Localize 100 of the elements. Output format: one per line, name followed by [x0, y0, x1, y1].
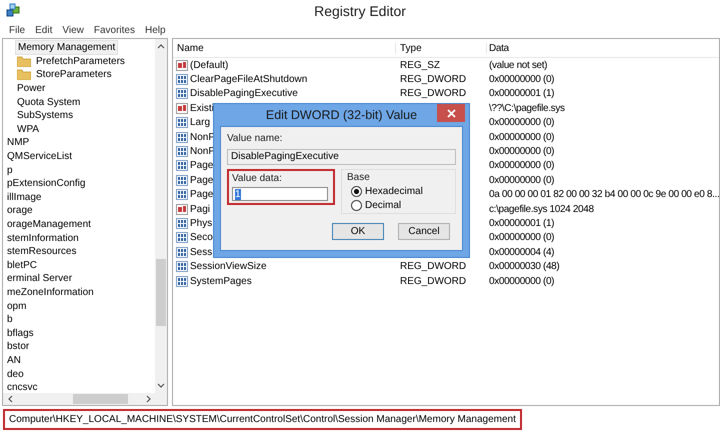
scroll-down-icon[interactable] — [156, 382, 166, 390]
radio-label[interactable]: Decimal — [365, 200, 402, 211]
value-data: 0x00000030 (48) — [489, 261, 560, 272]
value-type: REG_DWORD — [400, 261, 466, 272]
horizontal-scrollbar[interactable] — [3, 393, 167, 405]
value-name[interactable]: Page — [190, 160, 214, 172]
value-data: 0x00000000 (0) — [489, 160, 554, 172]
value-name[interactable]: SystemPages — [190, 276, 252, 287]
value-name[interactable]: DisablePagingExecutive — [190, 88, 298, 100]
tree-item[interactable]: orageManagement — [5, 218, 93, 232]
radio-label[interactable]: Hexadecimal — [365, 186, 423, 197]
binary-value-icon — [176, 232, 188, 244]
registry-icon — [5, 3, 21, 19]
string-value-icon — [176, 102, 188, 114]
value-data: 0a 00 00 00 01 82 00 00 32 b4 00 00 0c 9e 00 00 e0 8... — [489, 189, 720, 200]
radio-button[interactable] — [351, 186, 362, 197]
vertical-scrollbar[interactable] — [155, 39, 167, 393]
tree-item[interactable]: Power — [15, 82, 48, 96]
value-data: (value not set) — [489, 60, 548, 71]
tree-item[interactable]: QMServiceList — [5, 150, 74, 164]
tree-item[interactable]: erminal Server — [5, 272, 74, 286]
value-name[interactable]: ClearPageFileAtShutdown — [190, 74, 308, 86]
registry-path: Computer\HKEY_LOCAL_MACHINE\SYSTEM\CurrentControlSet\Control\Session Manager\Memory Management — [3, 409, 522, 430]
tree-item[interactable]: Quota System — [15, 96, 82, 109]
menu-item[interactable]: Favorites — [94, 24, 135, 36]
menu-item[interactable]: View — [62, 24, 84, 36]
string-value-icon — [176, 60, 188, 71]
value-data-field[interactable]: 1 — [232, 187, 328, 201]
tree-item[interactable]: b — [5, 313, 15, 326]
value-type: REG_DWORD — [400, 276, 466, 287]
tree-item[interactable]: orage — [5, 204, 35, 218]
value-name[interactable]: Existi — [190, 102, 214, 114]
folder-icon — [17, 69, 31, 80]
value-name[interactable]: Seco — [190, 232, 213, 244]
tree-item[interactable]: StoreParameters — [34, 68, 114, 82]
binary-value-icon — [176, 74, 188, 86]
tree-item[interactable]: opm — [5, 300, 28, 313]
value-name[interactable]: Sess — [190, 246, 212, 258]
column-header[interactable]: Type — [396, 42, 487, 54]
value-data: 0x00000000 (0) — [489, 74, 554, 86]
field-label: Value name: — [227, 133, 284, 144]
tree-item[interactable]: WPA — [15, 122, 42, 136]
string-value-icon — [176, 204, 188, 215]
value-type: REG_DWORD — [400, 74, 466, 86]
tree-item[interactable]: deo — [5, 368, 26, 381]
value-data: 0x00000000 (0) — [489, 117, 554, 128]
radio-button[interactable] — [351, 200, 362, 211]
value-data: \??\C:\pagefile.sys — [489, 102, 565, 114]
value-data: 0x00000000 (0) — [489, 132, 554, 143]
value-data: 0x00000000 (0) — [489, 146, 554, 158]
tree-item[interactable]: p — [5, 164, 15, 177]
scroll-right-icon[interactable] — [145, 394, 153, 404]
value-type: REG_DWORD — [400, 88, 466, 100]
tree-item[interactable]: bletPC — [5, 258, 40, 272]
value-data: 0x00000001 (1) — [489, 218, 554, 229]
value-name[interactable]: (Default) — [190, 60, 228, 71]
tree-item[interactable]: bflags — [5, 326, 36, 340]
tree-item[interactable]: pExtensionConfig — [5, 177, 88, 190]
tree-item[interactable]: stemResources — [5, 245, 78, 258]
binary-value-icon — [176, 146, 188, 158]
close-button[interactable] — [437, 104, 465, 122]
value-data: 0x00000004 (4) — [489, 246, 554, 258]
tree-item[interactable]: PrefetchParameters — [34, 54, 127, 68]
binary-value-icon — [176, 160, 188, 172]
tree-item[interactable]: meZoneInformation — [5, 286, 96, 299]
scroll-up-icon[interactable] — [156, 42, 166, 50]
menu-item[interactable]: File — [9, 24, 26, 36]
value-name[interactable]: Larg — [190, 117, 210, 128]
value-name[interactable]: Pagi — [190, 204, 210, 215]
column-header[interactable]: Data — [487, 42, 720, 54]
tree-item[interactable]: illImage — [5, 190, 44, 204]
binary-value-icon — [176, 88, 188, 100]
dialog-button[interactable]: OK — [332, 223, 384, 240]
tree-item[interactable]: NMP — [5, 136, 32, 150]
tree-item[interactable]: AN — [5, 354, 23, 367]
binary-value-icon — [176, 246, 188, 258]
close-icon[interactable] — [446, 108, 456, 118]
value-name-field: DisablePagingExecutive — [227, 149, 456, 165]
dialog-button[interactable]: Cancel — [398, 223, 450, 240]
tree-item[interactable]: stemInformation — [5, 232, 81, 245]
value-name[interactable]: Page — [190, 174, 214, 186]
column-header[interactable]: Name — [173, 42, 396, 54]
tree-item[interactable]: SubSystems — [15, 109, 76, 122]
binary-value-icon — [176, 189, 188, 200]
scrollbar-thumb[interactable] — [73, 394, 128, 404]
tree-item[interactable]: Memory Management — [15, 40, 118, 56]
window-title: Registry Editor — [314, 3, 406, 19]
menu-item[interactable]: Edit — [35, 24, 52, 36]
value-name[interactable]: Phys — [190, 218, 212, 229]
menu-item[interactable]: Help — [144, 24, 166, 36]
group-label: Base — [347, 172, 371, 183]
value-name[interactable]: Page — [190, 189, 214, 200]
tree-item[interactable]: bstor — [5, 340, 32, 354]
scroll-left-icon[interactable] — [6, 394, 14, 404]
scrollbar-thumb[interactable] — [156, 259, 166, 326]
value-name[interactable]: SessionViewSize — [190, 261, 267, 272]
value-data: 0x00000001 (1) — [489, 88, 554, 100]
binary-value-icon — [176, 261, 188, 272]
tree-item[interactable]: cncsvc — [5, 381, 40, 393]
binary-value-icon — [176, 117, 188, 128]
